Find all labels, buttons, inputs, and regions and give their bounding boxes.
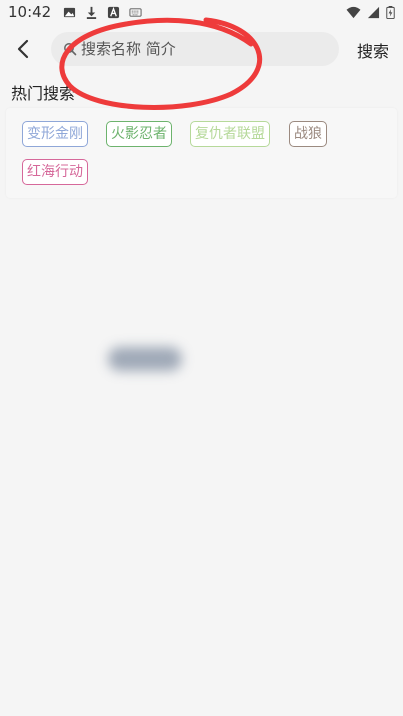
hot-tag-0[interactable]: 变形金刚 [22, 121, 88, 147]
status-time: 10:42 [8, 3, 52, 21]
hot-search-title: 热门搜索 [11, 84, 76, 103]
search-button[interactable]: 搜索 [350, 38, 396, 61]
keyboard-icon [129, 7, 142, 17]
battery-icon [386, 5, 395, 19]
signal-icon [367, 6, 380, 18]
image-icon [64, 7, 76, 17]
hot-tag-3[interactable]: 战狼 [289, 121, 327, 147]
status-bar: 10:42 [0, 0, 403, 24]
hot-search-card: 变形金刚 火影忍者 复仇者联盟 战狼 红海行动 [6, 108, 397, 198]
search-box[interactable] [51, 32, 339, 66]
search-icon [64, 43, 77, 56]
search-input[interactable] [81, 40, 321, 58]
text-icon [108, 6, 120, 18]
hot-tag-2[interactable]: 复仇者联盟 [190, 121, 270, 147]
wifi-icon [346, 6, 361, 18]
hot-tag-4[interactable]: 红海行动 [22, 159, 88, 185]
search-header: 搜索 [0, 30, 403, 68]
download-icon [87, 6, 97, 19]
hot-tag-1[interactable]: 火影忍者 [106, 121, 172, 147]
back-button[interactable] [12, 36, 34, 62]
back-arrow-icon [17, 39, 29, 59]
loading-placeholder [108, 347, 182, 371]
